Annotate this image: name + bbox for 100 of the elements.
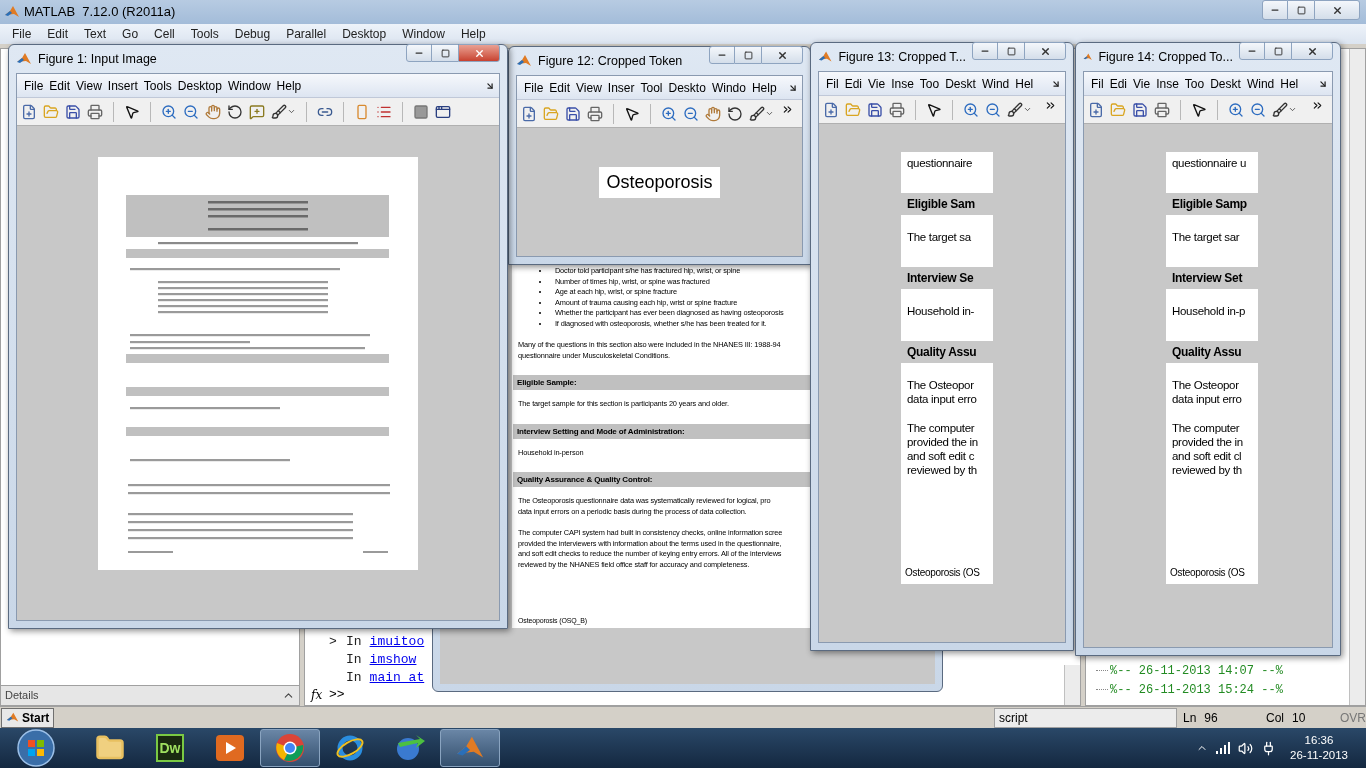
new-file-icon[interactable]	[21, 103, 37, 120]
menu-overflow-icon[interactable]	[1051, 78, 1061, 89]
menu-item[interactable]: Edit	[46, 76, 74, 95]
minimize-button[interactable]	[1262, 0, 1288, 20]
minimize-button[interactable]	[406, 44, 432, 62]
menu-item[interactable]: Too	[1181, 74, 1208, 93]
printer-icon[interactable]	[1154, 101, 1170, 118]
brush-button[interactable]	[749, 105, 774, 122]
menu-item[interactable]: Help	[748, 78, 780, 97]
menu-item[interactable]: Inse	[1153, 74, 1182, 93]
brush-button[interactable]	[1007, 101, 1032, 118]
pointer-icon[interactable]	[926, 101, 942, 118]
menu-item[interactable]: Wind	[1243, 74, 1278, 93]
close-button[interactable]	[761, 46, 803, 64]
zoom-out-icon[interactable]	[183, 103, 199, 120]
pointer-icon[interactable]	[124, 103, 140, 120]
minimize-button[interactable]	[1239, 42, 1265, 60]
zoom-in-icon[interactable]	[963, 101, 979, 118]
colorbar-icon[interactable]	[354, 103, 370, 120]
menu-item[interactable]: Window	[224, 76, 274, 95]
menu-item[interactable]: Vie	[865, 74, 889, 93]
menu-item[interactable]: Tools	[182, 25, 227, 43]
menu-item[interactable]: Inse	[888, 74, 917, 93]
function-icon[interactable]: fx	[311, 687, 329, 703]
menu-item[interactable]: Hel	[1012, 74, 1037, 93]
menu-item[interactable]: View	[573, 78, 605, 97]
menu-item[interactable]: Window	[394, 25, 453, 43]
dw-app-button[interactable]: Dw	[156, 734, 184, 762]
printer-icon[interactable]	[87, 103, 103, 120]
rotate-icon[interactable]	[727, 105, 743, 122]
close-button[interactable]	[458, 44, 500, 62]
maximize-button[interactable]	[998, 42, 1024, 60]
brush-button[interactable]	[1272, 101, 1297, 118]
menu-item[interactable]: Deskto	[665, 78, 709, 97]
maximize-button[interactable]	[735, 46, 761, 64]
more-tools-icon[interactable]	[1311, 99, 1324, 112]
hand-icon[interactable]	[205, 103, 221, 120]
zoom-out-icon[interactable]	[683, 105, 699, 122]
start-orb-icon[interactable]	[16, 728, 56, 768]
zoom-out-icon[interactable]	[1250, 101, 1266, 118]
menu-item[interactable]: Fil	[1088, 74, 1107, 93]
hand-icon[interactable]	[705, 105, 721, 122]
function-link[interactable]: main_at	[369, 669, 425, 687]
pointer-icon[interactable]	[624, 105, 640, 122]
minimize-button[interactable]	[972, 42, 998, 60]
menu-item[interactable]: Edi	[841, 74, 865, 93]
pointer-icon[interactable]	[1191, 101, 1207, 118]
zoom-in-icon[interactable]	[161, 103, 177, 120]
new-file-icon[interactable]	[521, 105, 537, 122]
close-button[interactable]	[1291, 42, 1333, 60]
printer-icon[interactable]	[587, 105, 603, 122]
menu-item[interactable]: Hel	[1277, 74, 1302, 93]
menu-item[interactable]: Inser	[604, 78, 638, 97]
menu-item[interactable]: Parallel	[278, 25, 335, 43]
menu-item[interactable]: File	[4, 25, 40, 43]
clock[interactable]: 16:36 26-11-2013	[1290, 733, 1348, 763]
menu-item[interactable]: Fil	[823, 74, 842, 93]
maximize-button[interactable]	[1288, 0, 1314, 20]
rotate-icon[interactable]	[227, 103, 243, 120]
data-cursor-icon[interactable]	[249, 103, 265, 120]
menu-item[interactable]: Too	[916, 74, 943, 93]
round-browser-icon[interactable]	[275, 733, 305, 763]
new-file-icon[interactable]	[1088, 101, 1104, 118]
save-icon[interactable]	[1132, 101, 1148, 118]
window-icon[interactable]	[435, 103, 451, 120]
menu-item[interactable]: Debug	[226, 25, 279, 43]
menu-overflow-icon[interactable]	[788, 82, 798, 93]
menu-item[interactable]: File	[21, 76, 47, 95]
new-file-icon[interactable]	[823, 101, 839, 118]
menu-item[interactable]: Help	[452, 25, 494, 43]
zoom-in-icon[interactable]	[661, 105, 677, 122]
zoom-in-icon[interactable]	[1228, 101, 1244, 118]
menu-item[interactable]: Cell	[146, 25, 183, 43]
menu-item[interactable]: Insert	[104, 76, 141, 95]
menu-item[interactable]: Deskt	[942, 74, 979, 93]
menu-item[interactable]: Help	[273, 76, 305, 95]
function-link[interactable]: imuitoo	[369, 633, 425, 651]
zoom-out-icon[interactable]	[985, 101, 1001, 118]
more-tools-icon[interactable]	[1044, 99, 1057, 112]
menu-overflow-icon[interactable]	[1318, 78, 1328, 89]
menu-item[interactable]: Vie	[1130, 74, 1154, 93]
close-button[interactable]	[1024, 42, 1066, 60]
orbit-icon[interactable]	[335, 733, 365, 763]
menu-item[interactable]: Edi	[1106, 74, 1130, 93]
menu-item[interactable]: Edit	[546, 78, 574, 97]
speaker-icon[interactable]	[1238, 740, 1253, 756]
minimize-button[interactable]	[709, 46, 735, 64]
menu-item[interactable]: Deskt	[1207, 74, 1244, 93]
menu-item[interactable]: Windo	[708, 78, 749, 97]
power-icon[interactable]	[1261, 740, 1276, 756]
menu-item[interactable]: Tool	[637, 78, 666, 97]
menu-item[interactable]: Wind	[978, 74, 1013, 93]
menu-item[interactable]: Desktop	[174, 76, 225, 95]
menu-overflow-icon[interactable]	[485, 80, 495, 91]
brush-button[interactable]	[271, 103, 296, 120]
save-icon[interactable]	[65, 103, 81, 120]
menu-item[interactable]: Go	[114, 25, 147, 43]
maximize-button[interactable]	[432, 44, 458, 62]
menu-item[interactable]: File	[521, 78, 547, 97]
menu-item[interactable]: Text	[76, 25, 115, 43]
